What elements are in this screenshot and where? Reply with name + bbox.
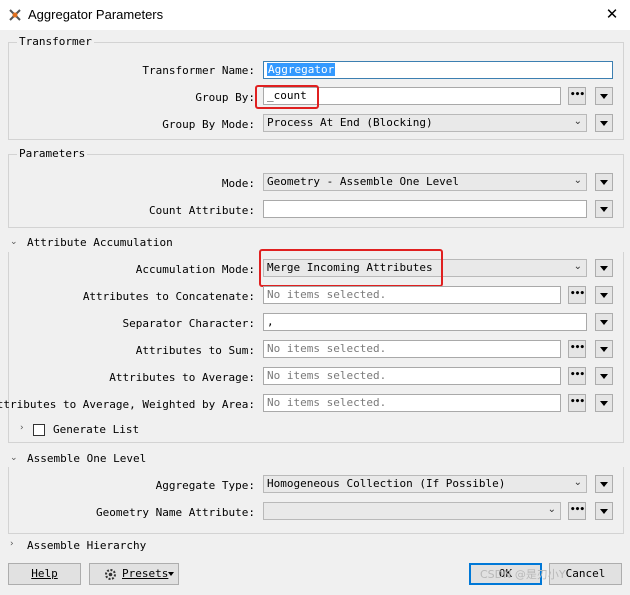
geometry-name-ellipsis-button[interactable]: •••	[568, 502, 586, 520]
weighted-average-ellipsis-button[interactable]: •••	[568, 394, 586, 412]
sum-value: No items selected.	[267, 342, 387, 355]
generate-list-label[interactable]: Generate List	[53, 423, 139, 436]
transformer-legend: Transformer	[17, 35, 94, 48]
cancel-button[interactable]: Cancel	[549, 563, 622, 585]
average-value: No items selected.	[267, 369, 387, 382]
separator-menu-button[interactable]	[595, 313, 613, 331]
sum-label: Attributes to Sum:	[135, 344, 255, 357]
chevron-down-icon: ⌄	[573, 261, 582, 272]
collapse-chevron-icon[interactable]: ⌄	[10, 453, 18, 463]
ellipsis-icon: •••	[569, 397, 585, 407]
ellipsis-icon: •••	[569, 343, 585, 353]
fme-app-icon	[9, 9, 21, 21]
separator-value: ,	[267, 315, 274, 328]
count-attribute-label: Count Attribute:	[149, 204, 255, 217]
presets-button[interactable]: Presets	[89, 563, 179, 585]
average-input[interactable]: No items selected.	[263, 367, 561, 385]
chevron-down-icon: ⌄	[573, 116, 582, 127]
ellipsis-icon: •••	[569, 505, 585, 515]
aggregate-type-value: Homogeneous Collection (If Possible)	[267, 477, 506, 490]
aggregate-type-menu-button[interactable]	[595, 475, 613, 493]
accumulation-mode-menu-button[interactable]	[595, 259, 613, 277]
concatenate-value: No items selected.	[267, 288, 387, 301]
sum-input[interactable]: No items selected.	[263, 340, 561, 358]
concatenate-label: Attributes to Concatenate:	[82, 290, 255, 303]
mode-menu-button[interactable]	[595, 173, 613, 191]
group-by-mode-menu-button[interactable]	[595, 114, 613, 132]
generate-list-checkbox[interactable]	[33, 424, 45, 436]
weighted-average-input[interactable]: No items selected.	[263, 394, 561, 412]
ellipsis-icon: •••	[569, 370, 585, 380]
average-menu-button[interactable]	[595, 367, 613, 385]
mode-label: Mode:	[221, 177, 255, 190]
group-by-menu-button[interactable]	[595, 87, 613, 105]
group-by-value: _count	[267, 89, 307, 102]
count-attribute-input[interactable]	[263, 200, 587, 218]
mode-value: Geometry - Assemble One Level	[267, 175, 460, 188]
help-label: Help	[31, 567, 58, 580]
group-by-mode-label: Group By Mode:	[162, 118, 255, 131]
group-by-mode-value: Process At End (Blocking)	[267, 116, 433, 129]
transformer-name-label: Transformer Name:	[142, 64, 255, 77]
assemble-one-level-title[interactable]: Assemble One Level	[27, 452, 146, 465]
weighted-average-value: No items selected.	[267, 396, 387, 409]
ellipsis-icon: •••	[569, 90, 585, 100]
group-by-ellipsis-button[interactable]: •••	[568, 87, 586, 105]
concatenate-input[interactable]: No items selected.	[263, 286, 561, 304]
ok-button[interactable]: OK	[469, 563, 542, 585]
concatenate-ellipsis-button[interactable]: •••	[568, 286, 586, 304]
count-attribute-menu-button[interactable]	[595, 200, 613, 218]
transformer-name-value: Aggregator	[267, 63, 336, 76]
transformer-name-input[interactable]: Aggregator	[263, 61, 613, 79]
weighted-average-label: Attributes to Average, Weighted by Area:	[0, 398, 255, 411]
sum-menu-button[interactable]	[595, 340, 613, 358]
mode-select[interactable]: Geometry - Assemble One Level ⌄	[263, 173, 587, 191]
title-bar: Aggregator Parameters ✕	[0, 0, 630, 30]
chevron-down-icon: ⌄	[573, 477, 582, 488]
ok-label: OK	[498, 567, 513, 580]
presets-label: Presets	[122, 567, 169, 580]
geometry-name-menu-button[interactable]	[595, 502, 613, 520]
group-by-mode-select[interactable]: Process At End (Blocking) ⌄	[263, 114, 587, 132]
concatenate-menu-button[interactable]	[595, 286, 613, 304]
accumulation-mode-select[interactable]: Merge Incoming Attributes ⌄	[263, 259, 587, 277]
average-label: Attributes to Average:	[109, 371, 255, 384]
parameters-legend: Parameters	[17, 147, 88, 160]
separator-input[interactable]: ,	[263, 313, 587, 331]
collapse-chevron-icon[interactable]: ⌄	[10, 237, 18, 247]
ellipsis-icon: •••	[569, 289, 585, 299]
separator-label: Separator Character:	[122, 317, 255, 330]
weighted-average-menu-button[interactable]	[595, 394, 613, 412]
aggregate-type-select[interactable]: Homogeneous Collection (If Possible) ⌄	[263, 475, 587, 493]
assemble-hierarchy-title[interactable]: Assemble Hierarchy	[27, 539, 146, 552]
geometry-name-label: Geometry Name Attribute:	[96, 506, 255, 519]
chevron-down-icon: ⌄	[547, 504, 556, 515]
help-button[interactable]: Help	[8, 563, 81, 585]
close-icon[interactable]: ✕	[602, 4, 622, 24]
accumulation-mode-label: Accumulation Mode:	[135, 263, 255, 276]
attribute-accumulation-title[interactable]: Attribute Accumulation	[27, 236, 173, 249]
expand-chevron-icon[interactable]: ›	[20, 423, 24, 433]
cancel-label: Cancel	[565, 567, 606, 580]
average-ellipsis-button[interactable]: •••	[568, 367, 586, 385]
caret-down-icon	[168, 572, 174, 576]
aggregate-type-label: Aggregate Type:	[155, 479, 255, 492]
accumulation-mode-value: Merge Incoming Attributes	[267, 261, 433, 274]
gear-icon	[105, 569, 116, 580]
geometry-name-select[interactable]: ⌄	[263, 502, 561, 520]
group-by-label: Group By:	[195, 91, 255, 104]
chevron-down-icon: ⌄	[573, 175, 582, 186]
sum-ellipsis-button[interactable]: •••	[568, 340, 586, 358]
window-title: Aggregator Parameters	[28, 7, 164, 22]
expand-chevron-icon[interactable]: ›	[10, 539, 14, 549]
group-by-input[interactable]: _count	[263, 87, 561, 105]
